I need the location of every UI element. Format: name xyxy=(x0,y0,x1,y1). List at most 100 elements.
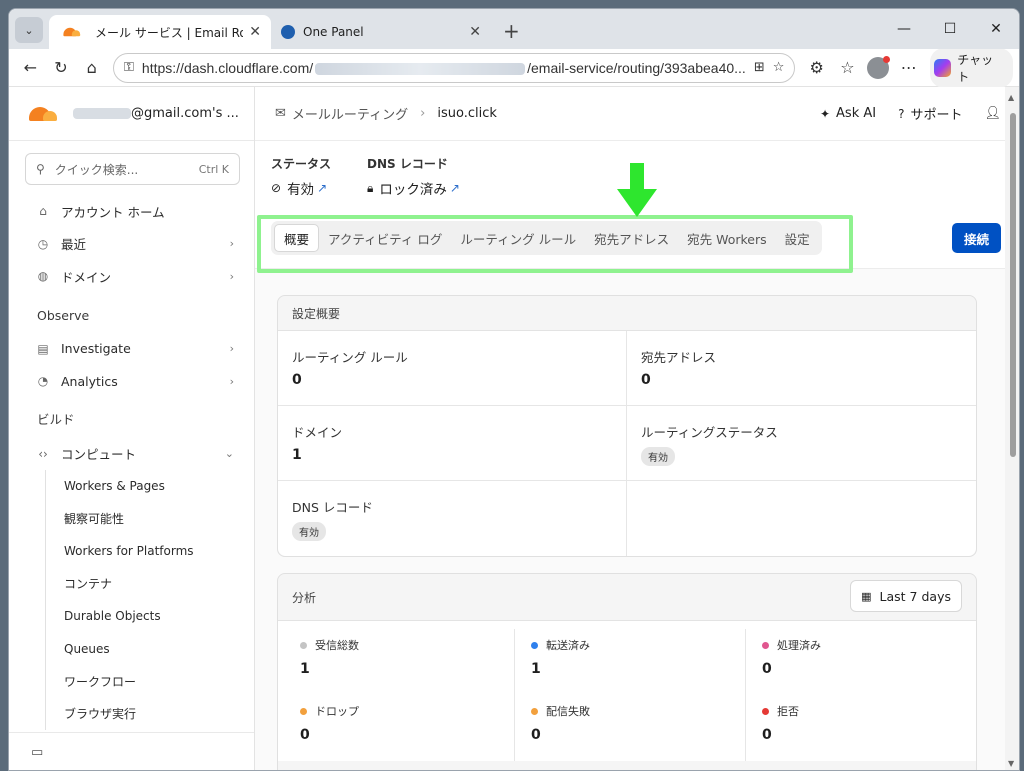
metrics-row: 受信総数 1 転送済み 1 処理済み 0 xyxy=(284,629,976,695)
clock-icon: ◷ xyxy=(37,236,49,251)
card-title: 設定概要 xyxy=(292,306,341,321)
tab-actions-menu-button[interactable]: ⌄ xyxy=(15,17,43,43)
sidebar-item-domains[interactable]: ◍ ドメイン › xyxy=(9,260,254,293)
collapse-sidebar-icon[interactable]: ▭ xyxy=(31,745,43,760)
browser-tab-email-routing[interactable]: メール サービス | Email Routing | Clou ✕ xyxy=(49,15,271,49)
account-suffix: @gmail.com's ... xyxy=(131,106,239,121)
legend-dot xyxy=(300,641,307,649)
reload-icon[interactable]: ↻ xyxy=(46,53,77,83)
minimize-icon[interactable]: — xyxy=(881,9,927,49)
globe-icon: ◍ xyxy=(37,269,49,284)
breadcrumb-root[interactable]: メールルーティング xyxy=(292,104,408,123)
page-scrollbar[interactable]: ▲ ▼ xyxy=(1005,87,1019,770)
metric-value: 0 xyxy=(300,727,310,743)
favorite-star-icon[interactable]: ☆ xyxy=(773,60,785,75)
new-tab-button[interactable]: + xyxy=(503,19,520,43)
quick-search-input[interactable]: ⚲ クイック検索... Ctrl K xyxy=(25,153,240,185)
metric-value: 0 xyxy=(762,727,772,743)
favorites-icon[interactable]: ☆ xyxy=(832,53,863,83)
sidebar-item-account-home[interactable]: ⌂ アカウント ホーム xyxy=(9,195,254,228)
sidebar-item-label: ドメイン xyxy=(61,269,112,285)
user-menu-button[interactable]: 👤︎ xyxy=(984,106,1001,121)
close-icon[interactable]: ✕ xyxy=(469,24,481,40)
metric-label: 受信総数 xyxy=(300,637,498,653)
user-icon: 👤︎ xyxy=(984,106,1001,121)
ask-ai-button[interactable]: ✦ Ask AI xyxy=(820,106,876,121)
chevron-down-icon: ⌄ xyxy=(24,23,34,37)
calendar-icon: ▦ xyxy=(861,589,872,603)
metric-value: 1 xyxy=(531,661,541,677)
sidebar-item-workflows[interactable]: ワークフロー xyxy=(46,665,254,698)
sidebar-item-analytics[interactable]: ◔ Analytics › xyxy=(9,365,254,398)
check-circle-icon: ⊘ xyxy=(271,181,282,195)
sidebar-item-workers-pages[interactable]: Workers & Pages xyxy=(46,470,254,503)
tab-overview[interactable]: 概要 xyxy=(274,224,320,252)
status-label: ステータス xyxy=(271,157,332,171)
mail-icon: ✉ xyxy=(275,106,286,121)
app-available-icon[interactable]: ⊞ xyxy=(754,60,765,75)
back-icon[interactable]: ← xyxy=(15,53,46,83)
metric-label: 転送済み xyxy=(531,637,729,653)
sidebar-item-label: 最近 xyxy=(61,237,87,253)
tab-destination-addresses[interactable]: 宛先アドレス xyxy=(585,224,678,252)
sidebar-item-observability[interactable]: 観察可能性 xyxy=(46,503,254,536)
sidebar-item-label: Investigate xyxy=(61,341,131,357)
maximize-icon[interactable]: ☐ xyxy=(927,9,973,49)
sidebar-item-compute[interactable]: ‹› コンピュート ⌄ xyxy=(9,438,254,471)
sidebar-item-browser-rendering[interactable]: ブラウザ実行 xyxy=(46,698,254,731)
extensions-icon[interactable]: ⚙ xyxy=(801,53,832,83)
home-icon[interactable]: ⌂ xyxy=(76,53,107,83)
metric-label-text: ドロップ xyxy=(315,705,359,718)
copilot-button[interactable]: チャット xyxy=(930,47,1013,88)
sparkle-icon: ✦ xyxy=(819,106,831,121)
date-range-label: Last 7 days xyxy=(879,588,951,604)
sidebar-item-label: Analytics xyxy=(61,373,118,389)
code-icon: ‹› xyxy=(38,446,48,461)
more-menu-icon[interactable]: ⋯ xyxy=(893,53,924,83)
sidebar-item-durable-objects[interactable]: Durable Objects xyxy=(46,600,254,633)
sidebar-item-investigate[interactable]: ▤ Investigate › xyxy=(9,333,254,366)
tab-routing-rules[interactable]: ルーティング ルール xyxy=(451,224,585,252)
scrollbar-thumb[interactable] xyxy=(1010,113,1016,457)
metric-label-text: 処理済み xyxy=(777,639,821,652)
date-range-button[interactable]: ▦ Last 7 days xyxy=(850,580,962,612)
status-value-row[interactable]: ⊘ 有効 ↗ xyxy=(271,178,331,198)
metric-received-total: 受信総数 1 xyxy=(284,629,515,695)
account-name: @gmail.com's ... xyxy=(73,106,239,121)
tabs-row: 概要 アクティビティ ログ ルーティング ルール 宛先アドレス 宛先 Worke… xyxy=(255,209,1019,273)
site-info-icon[interactable]: ⚿ xyxy=(124,60,134,75)
lock-icon: 🔒︎ xyxy=(367,180,374,195)
sidebar-item-recent[interactable]: ◷ 最近 › xyxy=(9,228,254,261)
tab-title: One Panel xyxy=(303,25,364,39)
scroll-up-icon[interactable]: ▲ xyxy=(1008,93,1014,102)
address-bar[interactable]: ⚿ https://dash.cloudflare.com/ /email-ser… xyxy=(113,52,796,83)
breadcrumb-separator: › xyxy=(420,106,426,121)
browser-tab-one-panel[interactable]: One Panel ✕ xyxy=(271,15,491,49)
support-button[interactable]: ? サポート xyxy=(898,104,962,124)
dns-value-row[interactable]: 🔒︎ ロック済み ↗ xyxy=(367,178,460,199)
legend-dot xyxy=(762,641,769,649)
tab-settings[interactable]: 設定 xyxy=(776,224,819,252)
connect-button[interactable]: 接続 xyxy=(951,223,1001,253)
browser-window: ⌄ メール サービス | Email Routing | Clou ✕ One … xyxy=(8,8,1020,771)
cell-value: 0 xyxy=(641,372,651,388)
breadcrumb-current: isuo.click xyxy=(437,106,497,121)
close-icon[interactable]: ✕ xyxy=(249,24,261,40)
sidebar-item-workers-for-platforms[interactable]: Workers for Platforms xyxy=(46,535,254,568)
search-icon: ⚲ xyxy=(36,162,45,176)
cell-value: 0 xyxy=(292,372,302,388)
tab-strip: ⌄ メール サービス | Email Routing | Clou ✕ One … xyxy=(9,9,1019,49)
account-switcher[interactable]: @gmail.com's ... xyxy=(9,87,254,141)
card-title: 分析 xyxy=(292,590,317,605)
sidebar-item-containers[interactable]: コンテナ xyxy=(46,568,254,601)
tab-activity-log[interactable]: アクティビティ ログ xyxy=(319,224,451,252)
sidebar: @gmail.com's ... ⚲ クイック検索... Ctrl K ⌂ アカウ… xyxy=(9,87,255,770)
compute-submenu: Workers & Pages 観察可能性 Workers for Platfo… xyxy=(45,470,254,730)
tab-destination-workers[interactable]: 宛先 Workers xyxy=(678,224,776,252)
scroll-down-icon[interactable]: ▼ xyxy=(1008,759,1014,768)
profile-avatar[interactable] xyxy=(863,53,894,83)
metric-label: 拒否 xyxy=(762,703,960,719)
close-window-icon[interactable]: ✕ xyxy=(973,9,1019,49)
sidebar-item-queues[interactable]: Queues xyxy=(46,633,254,666)
chevron-right-icon: › xyxy=(229,342,234,356)
